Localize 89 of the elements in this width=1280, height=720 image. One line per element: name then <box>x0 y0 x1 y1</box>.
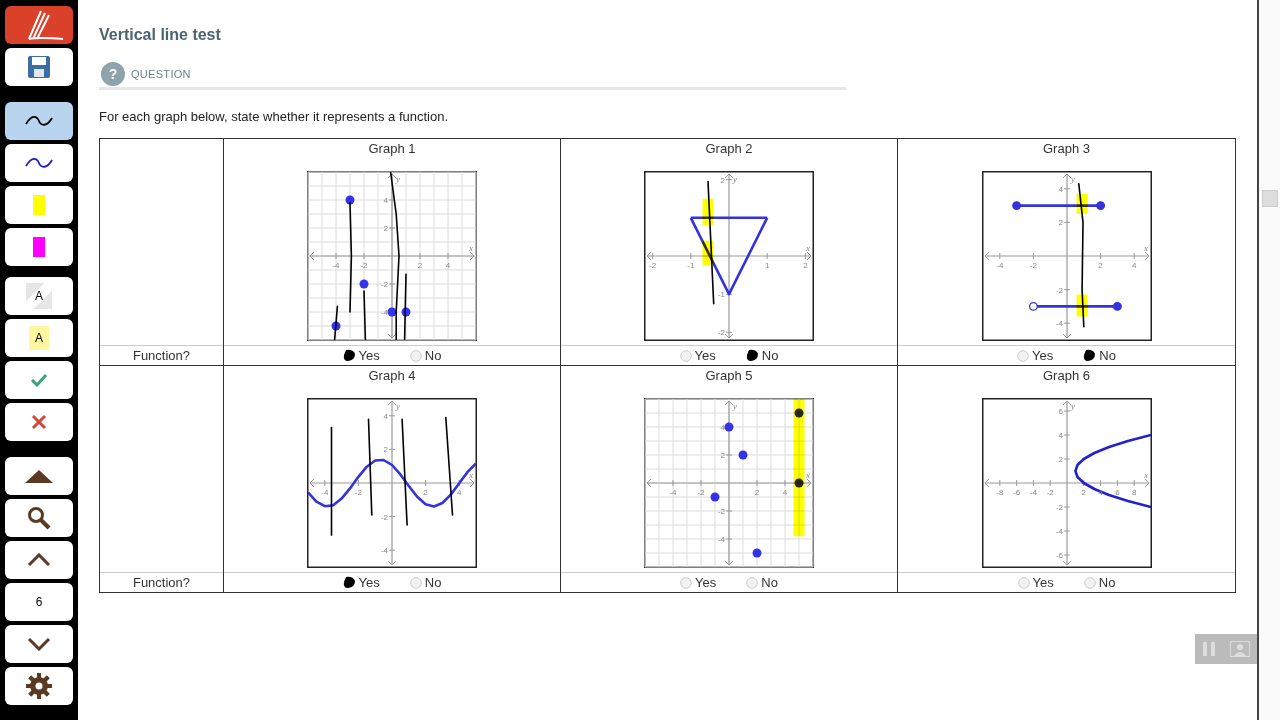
tick-label: 2 <box>383 224 388 233</box>
choice-label: No <box>1098 575 1116 590</box>
tick-label: 4 <box>456 488 462 497</box>
tick-label: -4 <box>321 488 329 497</box>
axis-label: x <box>469 243 473 253</box>
graph-title: Graph 3 <box>1043 141 1090 158</box>
tick-label: 2 <box>720 175 725 185</box>
help-icon: ? <box>101 62 125 86</box>
tick-label: 4 <box>383 411 388 421</box>
choice-label: No <box>761 575 778 590</box>
tick-label: -2 <box>380 512 388 522</box>
tick-label: -4 <box>995 261 1003 270</box>
axis-label: x <box>806 243 810 253</box>
tick-label: 4 <box>1058 431 1063 440</box>
graph-title: Graph 4 <box>368 368 416 385</box>
tick-label: 2 <box>754 488 760 497</box>
graph-title: Graph 5 <box>705 368 753 385</box>
tick-label: -2 <box>380 280 388 289</box>
row-label: Function? <box>100 572 223 592</box>
tick-label: -1 <box>687 261 695 270</box>
tick-label: 4 <box>1131 261 1136 270</box>
tick-label: -1 <box>717 290 725 300</box>
choice-label: Yes <box>358 348 380 363</box>
tick-label: 2 <box>417 261 423 270</box>
tick-label: -4 <box>380 546 388 556</box>
section-label: QUESTION <box>131 68 191 80</box>
tick-label: -2 <box>1055 503 1063 512</box>
tick-label: -4 <box>1029 488 1037 497</box>
axis-label: x <box>1143 470 1148 480</box>
tick-label: -4 <box>380 308 388 317</box>
tick-label: -2 <box>1029 261 1037 270</box>
tick-label: 4 <box>1058 184 1063 194</box>
tick-label: -2 <box>697 488 705 497</box>
tick-label: 4 <box>720 423 725 432</box>
page-title: Vertical line test <box>99 26 222 44</box>
tick-label: 1 <box>764 261 770 270</box>
tick-label: -2 <box>360 261 368 270</box>
choice-label: No <box>424 348 442 363</box>
tick-label: 4 <box>383 196 388 205</box>
question-prompt: For each graph below, state whether it represents a function. <box>99 109 450 124</box>
tick-label: 2 <box>720 451 725 460</box>
tick-label: 2 <box>1097 261 1103 270</box>
tick-label: 4 <box>782 488 788 497</box>
tick-label: -2 <box>354 488 362 497</box>
axis-label: x <box>806 470 810 480</box>
tick-label: 6 <box>1114 488 1120 497</box>
choice-label: Yes <box>1032 575 1054 590</box>
tick-label: -2 <box>649 261 657 270</box>
graph-title: Graph 1 <box>368 141 416 158</box>
axis-label: x <box>1143 243 1148 253</box>
tick-label: -2 <box>1055 285 1063 295</box>
choice-label: Yes <box>358 575 380 590</box>
axis-label: y <box>1070 401 1075 411</box>
axis-label: x <box>469 470 473 480</box>
choice-label: No <box>761 348 779 363</box>
tick-label: 6 <box>1058 407 1063 416</box>
tick-label: -4 <box>332 261 340 270</box>
tick-label: 4 <box>445 261 451 270</box>
row-label: Function? <box>100 345 223 365</box>
tick-label: 2 <box>383 445 388 455</box>
choice-label: No <box>1099 348 1116 363</box>
tick-label: -4 <box>717 535 725 544</box>
choice-label: Yes <box>695 575 717 590</box>
tick-label: 2 <box>803 261 808 270</box>
graph-title: Graph 2 <box>705 141 753 158</box>
tick-label: 2 <box>1058 455 1063 464</box>
tick-label: 2 <box>1058 218 1063 228</box>
choice-label: Yes <box>694 348 716 363</box>
axis-label: y <box>396 174 400 184</box>
choice-label: No <box>424 575 442 590</box>
graph-title: Graph 6 <box>1043 368 1090 385</box>
tick-label: -2 <box>717 328 725 338</box>
tick-label: 4 <box>1097 488 1103 497</box>
tick-label: -2 <box>717 507 725 516</box>
tick-label: -8 <box>995 488 1003 497</box>
tick-label: -4 <box>1055 527 1063 536</box>
tick-label: -6 <box>1012 488 1020 497</box>
choice-label: Yes <box>1032 348 1054 363</box>
tick-label: -2 <box>1046 488 1054 497</box>
axis-label: y <box>733 174 737 184</box>
tick-label: -6 <box>1055 551 1063 560</box>
axis-label: y <box>1070 174 1075 184</box>
tick-label: -4 <box>669 488 677 497</box>
tick-label: 8 <box>1131 488 1136 497</box>
axis-label: y <box>396 401 400 411</box>
tick-label: -4 <box>1055 319 1063 329</box>
tick-label: 2 <box>1081 488 1086 497</box>
tick-label: 2 <box>423 488 428 497</box>
axis-label: y <box>733 401 737 411</box>
